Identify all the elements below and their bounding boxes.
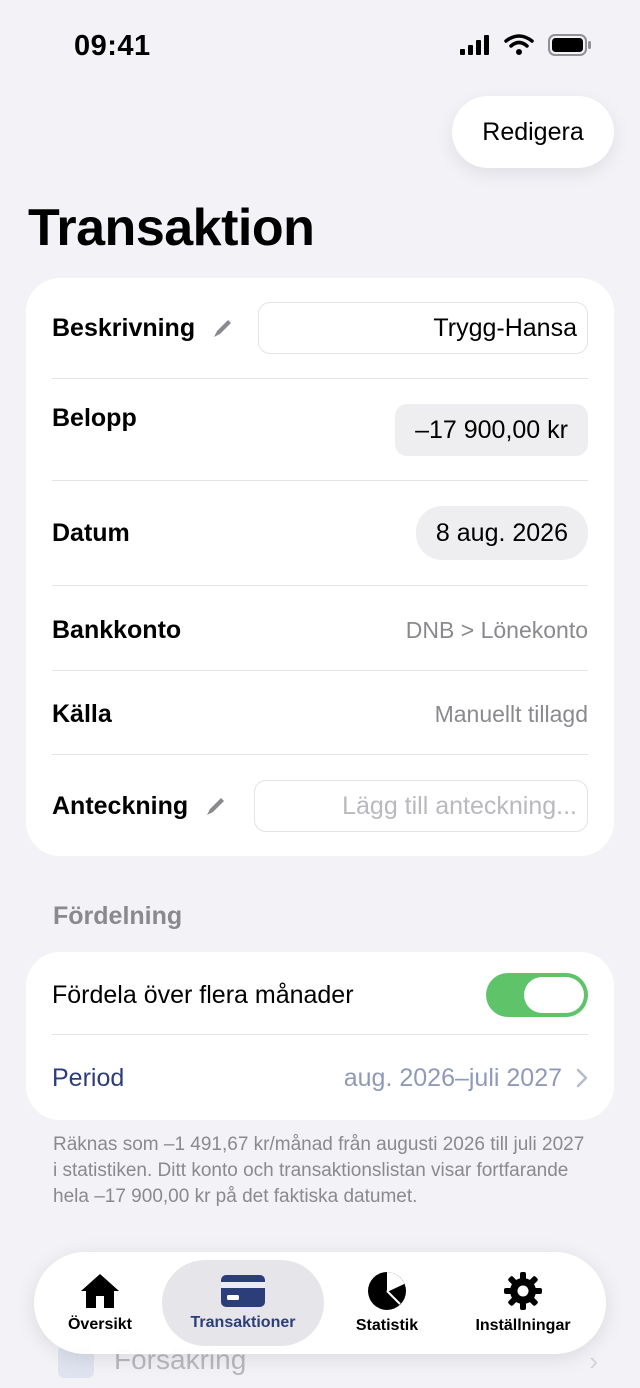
house-icon [81,1274,119,1308]
account-row: Bankkonto DNB > Lönekonto [52,608,588,652]
distribution-footnote: Räknas som –1 491,67 kr/månad från augus… [53,1134,585,1207]
note-input[interactable]: Lägg till anteckning... [254,780,588,832]
cellular-signal-icon [460,35,489,55]
divider [52,754,588,755]
description-label: Beskrivning [52,313,196,342]
edit-button[interactable]: Redigera [452,96,614,168]
tab-overview[interactable]: Översikt [44,1260,156,1346]
divider [52,1034,588,1035]
edit-button-label: Redigera [482,117,584,146]
description-label-group: Beskrivning [52,314,235,343]
battery-icon [548,34,591,56]
description-value: Trygg-Hansa [433,313,577,342]
wifi-icon [504,34,534,55]
divider [52,480,588,481]
source-value: Manuellt tillagd [434,700,588,727]
period-row[interactable]: Period aug. 2026–juli 2027 [52,1056,588,1100]
date-value: 8 aug. 2026 [435,518,568,547]
distribution-card: Fördela över flera månader Period aug. 2… [26,952,614,1120]
gear-icon [504,1272,542,1310]
divider [52,585,588,586]
toggle-knob [524,977,584,1013]
chevron-right-icon: › [589,1346,598,1376]
source-row: Källa Manuellt tillagd [52,692,588,736]
amount-row: Belopp –17 900,00 kr [52,404,588,456]
spread-toggle-label: Fördela över flera månader [52,980,354,1009]
status-time: 09:41 [74,30,151,62]
date-picker[interactable]: 8 aug. 2026 [415,506,588,560]
status-icons [460,34,592,56]
tab-label: Översikt [67,1316,133,1333]
account-label: Bankkonto [52,615,182,644]
spread-toggle[interactable] [486,973,588,1017]
page-title: Transaktion [28,199,315,257]
tab-transactions[interactable]: Transaktioner [162,1260,324,1346]
tab-label: Transaktioner [190,1314,296,1331]
source-label: Källa [52,699,112,728]
date-row: Datum 8 aug. 2026 [52,506,588,560]
note-label: Anteckning [52,791,189,820]
chevron-right-icon [576,1068,588,1088]
tab-settings[interactable]: Inställningar [458,1260,588,1346]
status-bar: 09:41 [0,0,640,96]
note-label-group: Anteckning [52,792,228,821]
divider [52,378,588,379]
pie-chart-icon [368,1272,406,1310]
pencil-icon [214,320,232,337]
period-value: aug. 2026–juli 2027 [343,1063,562,1092]
pencil-icon [207,798,225,815]
amount-value: –17 900,00 kr [415,415,568,444]
tab-statistics[interactable]: Statistik [334,1260,440,1346]
date-label: Datum [52,518,130,547]
tab-label: Statistik [355,1317,419,1334]
spread-toggle-row: Fördela över flera månader [52,972,588,1018]
period-label: Period [52,1063,125,1092]
period-value-group: aug. 2026–juli 2027 [344,1064,588,1093]
description-input[interactable]: Trygg-Hansa [258,302,588,354]
account-value: DNB > Lönekonto [405,616,588,643]
description-row: Beskrivning Trygg-Hansa [52,302,588,354]
distribution-header: Fördelning [53,902,183,930]
divider [52,670,588,671]
tab-bar: Översikt Transaktioner Statistik Inställ… [34,1252,606,1354]
transaction-details-card: Beskrivning Trygg-Hansa Belopp –17 900,0… [26,278,614,856]
card-icon [221,1275,265,1307]
tab-label: Inställningar [475,1317,571,1334]
note-row: Anteckning Lägg till anteckning... [52,780,588,832]
amount-field[interactable]: –17 900,00 kr [395,404,588,456]
amount-label: Belopp [52,404,137,432]
note-placeholder: Lägg till anteckning... [342,791,577,820]
